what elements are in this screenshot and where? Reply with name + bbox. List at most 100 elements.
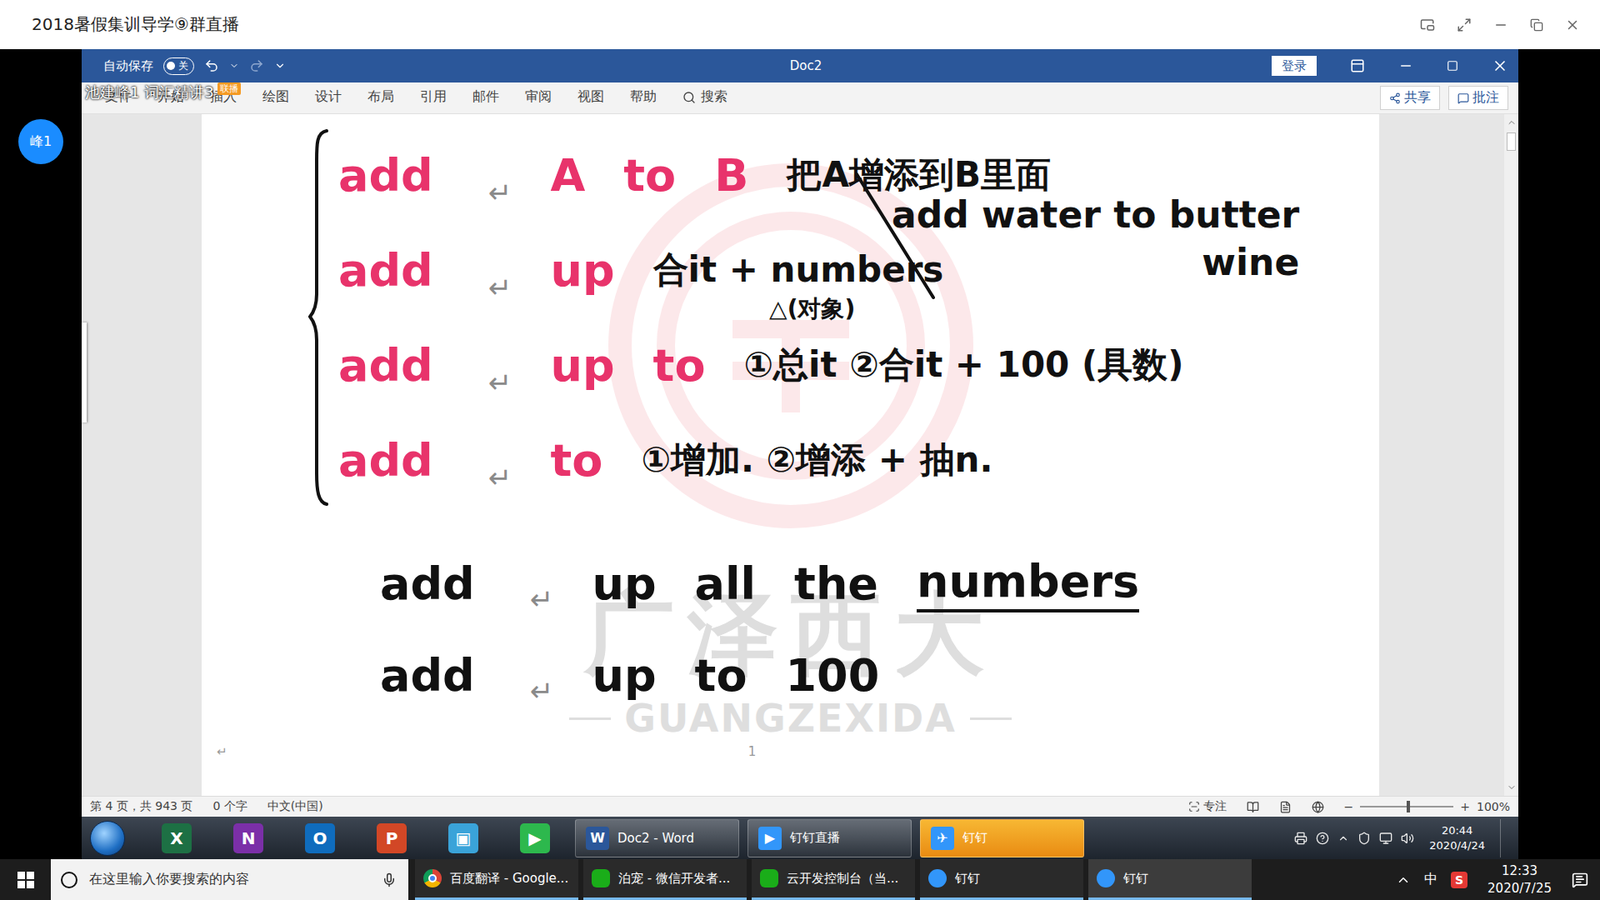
ime-indicator[interactable]: 中: [1424, 870, 1438, 889]
pinned-app-icon[interactable]: O: [305, 823, 335, 854]
document-title: Doc2: [790, 58, 823, 74]
status-item[interactable]: 中文(中国): [267, 799, 324, 815]
customize-icon[interactable]: [274, 60, 286, 72]
page-number: 1: [748, 744, 757, 760]
taskbar-task[interactable]: 泊宠 - 微信开发者...: [583, 859, 747, 900]
pinned-app-icon[interactable]: ▶: [520, 823, 550, 854]
zoom-control: − +100%: [1344, 800, 1511, 814]
taskbar-task[interactable]: 百度翻译 - Google...: [415, 859, 579, 900]
minimize-icon[interactable]: [1398, 58, 1414, 74]
close-icon[interactable]: [1491, 57, 1509, 75]
undo-icon[interactable]: [204, 58, 220, 74]
mic-icon[interactable]: [381, 872, 397, 888]
show-desktop[interactable]: [1500, 819, 1512, 858]
dingtalk-icon: [928, 869, 947, 888]
note-text: up: [550, 339, 615, 392]
ribbon-tab[interactable]: 邮件: [467, 85, 505, 111]
taskbar-task[interactable]: 云开发控制台（当...: [751, 859, 915, 900]
comment-button[interactable]: 批注: [1448, 85, 1509, 110]
ribbon-tab[interactable]: 布局: [362, 85, 400, 111]
zoom-out-button[interactable]: −: [1344, 800, 1355, 814]
clock[interactable]: 12:332020/7/25: [1480, 862, 1559, 897]
zoom-slider[interactable]: [1360, 805, 1454, 808]
scroll-thumb[interactable]: [1506, 132, 1516, 151]
network-icon[interactable]: [1379, 831, 1393, 845]
taskbar-task[interactable]: 钉钉: [920, 859, 1084, 900]
brace-group: add↵AtoB把A增添到B里面add↵up合it + numbers△(对象)…: [308, 127, 1288, 508]
start-button[interactable]: [0, 859, 51, 900]
ribbon-display-icon[interactable]: [1350, 58, 1365, 74]
pinned-app-icon[interactable]: ▣: [448, 823, 479, 854]
sub-note: △(对象): [769, 293, 855, 325]
close-icon[interactable]: [1565, 17, 1580, 33]
note-text: add: [338, 339, 450, 392]
notification-icon[interactable]: [1571, 871, 1589, 889]
cortana-icon[interactable]: [60, 871, 78, 889]
read-mode-icon[interactable]: [1246, 800, 1260, 814]
ribbon-tab[interactable]: 绘图: [257, 85, 295, 111]
search-box[interactable]: 搜索: [677, 85, 733, 111]
taskbar-search[interactable]: 在这里输入你要搜索的内容: [50, 859, 409, 900]
zoom-in-button[interactable]: +: [1460, 800, 1470, 814]
zoom-thumb[interactable]: [1406, 800, 1410, 813]
web-layout-icon[interactable]: [1311, 800, 1325, 814]
status-item[interactable]: 0 个字: [212, 799, 247, 815]
taskbar-task[interactable]: ▶钉钉直播: [747, 819, 912, 858]
pinned-app-icon[interactable]: X: [161, 823, 192, 854]
ribbon-tab[interactable]: 视图: [572, 85, 610, 111]
pinned-app-icon[interactable]: N: [233, 823, 264, 854]
start-orb-icon[interactable]: [90, 820, 125, 856]
help-icon[interactable]: [1315, 831, 1330, 845]
note-text: add: [380, 649, 492, 702]
share-button[interactable]: 共享: [1380, 85, 1440, 110]
redo-icon[interactable]: [249, 58, 265, 74]
pinned-app-icon[interactable]: P: [376, 823, 407, 854]
presenter-avatar[interactable]: 峰1: [18, 119, 64, 165]
tray-expand-icon[interactable]: [1337, 832, 1350, 845]
autosave-toggle[interactable]: 关: [163, 57, 195, 75]
volume-icon[interactable]: [1400, 831, 1415, 845]
ribbon-tabs: 文件开始插入绘图设计布局引用邮件审阅视图帮助搜索共享批注: [81, 82, 1519, 115]
tray-expand-icon[interactable]: [1395, 872, 1411, 888]
undo-menu-icon[interactable]: [229, 60, 240, 71]
watermark-subtitle: GUANGZEXIDA: [569, 695, 1012, 741]
ribbon-tab[interactable]: 设计: [310, 85, 347, 111]
ribbon-tab[interactable]: 审阅: [520, 85, 557, 111]
taskbar-task[interactable]: WDoc2 - Word: [575, 819, 740, 858]
maximize-icon[interactable]: [1446, 60, 1459, 72]
windows-icon[interactable]: [17, 871, 35, 889]
note-text: to: [550, 434, 604, 487]
taskbar: 在这里输入你要搜索的内容百度翻译 - Google...泊宠 - 微信开发者..…: [0, 859, 1600, 900]
shield-icon[interactable]: [1357, 831, 1371, 845]
note-text: B: [714, 149, 749, 202]
taskbar-task[interactable]: 钉钉: [1088, 859, 1252, 900]
ribbon-tab[interactable]: 帮助: [625, 85, 662, 111]
taskbar-task[interactable]: ✈钉钉: [920, 819, 1085, 858]
zoom-level[interactable]: 100%: [1476, 800, 1510, 814]
live-stream-area: 峰1池建峰1 词汇精讲3联播自动保存关Doc2登录文件开始插入绘图设计布局引用邮…: [0, 49, 1600, 860]
note-line: add↵upallthenumbers: [380, 537, 1288, 630]
restore-icon[interactable]: [1530, 18, 1544, 32]
note-text: ①总it ②合it + 100 (具数): [744, 341, 1185, 389]
scroll-up-icon[interactable]: [1506, 117, 1517, 128]
focus-button[interactable]: 专注: [1188, 799, 1227, 815]
note-text: A: [550, 149, 586, 202]
document-page[interactable]: 广泽西大GUANGZEXIDAadd↵AtoB把A增添到B里面add↵up合it…: [201, 114, 1380, 796]
shared-screen: 池建峰1 词汇精讲3联播自动保存关Doc2登录文件开始插入绘图设计布局引用邮件审…: [81, 49, 1519, 860]
note-text: to: [653, 339, 706, 392]
login-button[interactable]: 登录: [1271, 55, 1317, 76]
scroll-down-icon[interactable]: [1506, 782, 1517, 793]
printer-icon[interactable]: [1294, 831, 1308, 845]
print-layout-icon[interactable]: [1279, 800, 1292, 814]
status-item[interactable]: 第 4 页，共 943 页: [90, 799, 193, 815]
pip-icon[interactable]: [1420, 17, 1435, 33]
sogou-icon[interactable]: S: [1450, 871, 1468, 889]
app-icon: W: [585, 826, 610, 850]
ribbon-tab[interactable]: 引用: [415, 85, 452, 111]
paragraph-mark: ↵: [488, 175, 513, 210]
navigation-pane-tab[interactable]: [81, 322, 87, 423]
vertical-scrollbar[interactable]: [1504, 114, 1519, 796]
clock[interactable]: 20:442020/4/24: [1422, 823, 1492, 853]
minimize-icon[interactable]: [1493, 17, 1509, 33]
fullscreen-icon[interactable]: [1456, 17, 1472, 33]
